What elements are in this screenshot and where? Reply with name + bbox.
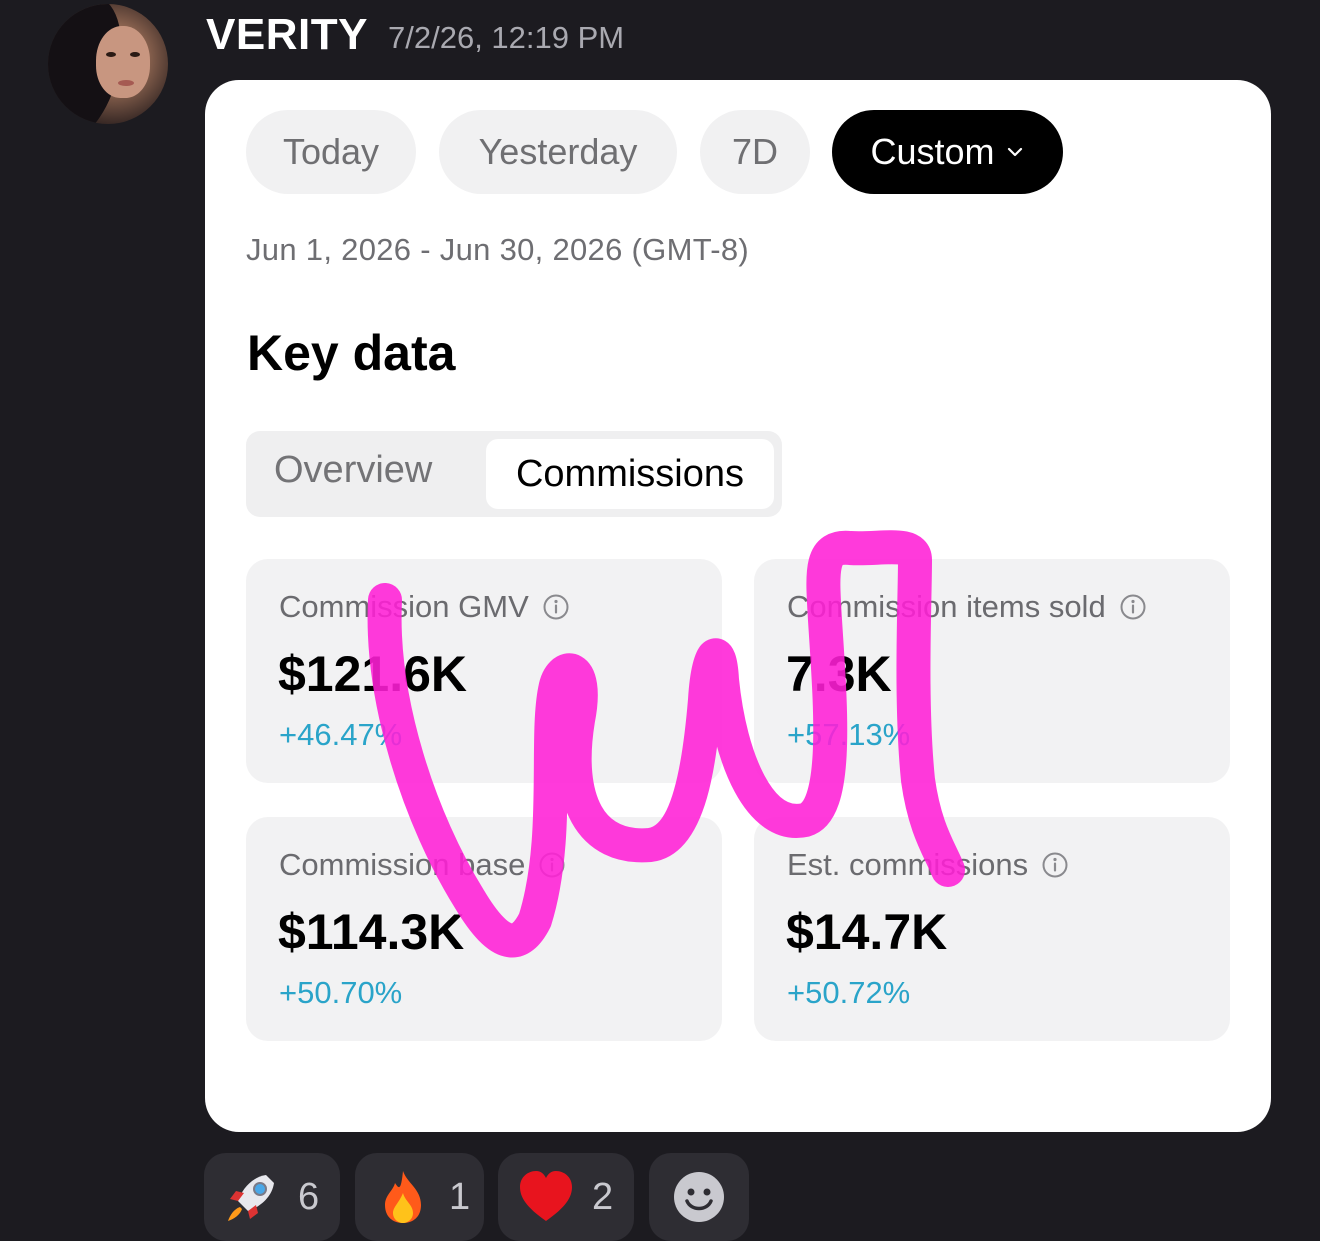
metric-card-commission-gmv[interactable]: Commission GMV $121.6K +46.47%	[246, 559, 722, 783]
info-icon[interactable]	[1120, 594, 1146, 620]
metric-label-row: Est. commissions	[787, 847, 1068, 883]
metric-card-commission-base[interactable]: Commission base $114.3K +50.70%	[246, 817, 722, 1041]
metric-label: Commission items sold	[787, 589, 1106, 624]
metric-value: $14.7K	[786, 904, 948, 960]
add-reaction-smiley-icon	[674, 1172, 724, 1222]
chip-today[interactable]: Today	[246, 110, 416, 194]
reaction-count: 6	[298, 1175, 320, 1218]
reaction-fire[interactable]: 1	[355, 1153, 484, 1241]
chat-message: VERITY 7/2/26, 12:19 PM Today Yesterday …	[0, 0, 1320, 1241]
metric-card-commission-items-sold[interactable]: Commission items sold 7.3K +57.13%	[754, 559, 1230, 783]
chip-label: Custom	[870, 131, 995, 172]
tab-commissions[interactable]: Commissions	[486, 439, 774, 509]
heart-icon	[520, 1171, 572, 1221]
metric-value: $121.6K	[278, 646, 468, 702]
avatar[interactable]	[48, 4, 168, 124]
metric-label-row: Commission GMV	[279, 589, 569, 625]
message-author[interactable]: VERITY	[206, 10, 368, 60]
rocket-icon	[228, 1175, 274, 1221]
chip-label: Yesterday	[478, 131, 638, 172]
metric-label-row: Commission items sold	[787, 589, 1146, 625]
metric-delta: +57.13%	[787, 717, 911, 752]
metric-label: Commission GMV	[279, 589, 529, 624]
metric-label: Est. commissions	[787, 847, 1029, 882]
chip-custom[interactable]: Custom	[832, 110, 1063, 194]
section-title: Key data	[247, 325, 456, 381]
reaction-heart[interactable]: 2	[498, 1153, 634, 1241]
info-icon[interactable]	[543, 594, 569, 620]
metric-delta: +46.47%	[279, 717, 403, 752]
reaction-count: 2	[592, 1175, 614, 1218]
metric-value: 7.3K	[786, 646, 892, 702]
metric-value: $114.3K	[278, 904, 465, 960]
chip-7d[interactable]: 7D	[700, 110, 810, 194]
chip-label: 7D	[731, 131, 779, 172]
metric-delta: +50.70%	[279, 975, 403, 1010]
add-reaction-button[interactable]	[649, 1153, 749, 1241]
metric-delta: +50.72%	[787, 975, 911, 1010]
message-timestamp: 7/2/26, 12:19 PM	[388, 20, 625, 55]
metric-card-est-commissions[interactable]: Est. commissions $14.7K +50.72%	[754, 817, 1230, 1041]
date-range: Jun 1, 2026 - Jun 30, 2026 (GMT-8)	[246, 232, 750, 267]
screenshot-attachment[interactable]: Today Yesterday 7D Custom Jun 1, 2026 - …	[205, 80, 1271, 1132]
segment-control: Overview Commissions	[246, 431, 782, 517]
metric-label: Commission base	[279, 847, 526, 882]
reaction-count: 1	[449, 1175, 471, 1218]
chip-label: Today	[282, 131, 380, 172]
info-icon[interactable]	[539, 852, 565, 878]
tab-label: Commissions	[515, 452, 745, 495]
reaction-rocket[interactable]: 6	[204, 1153, 340, 1241]
metric-label-row: Commission base	[279, 847, 565, 883]
fire-icon	[385, 1171, 421, 1223]
chevron-down-icon	[1007, 147, 1022, 157]
info-icon[interactable]	[1042, 852, 1068, 878]
chip-yesterday[interactable]: Yesterday	[439, 110, 677, 194]
tab-overview[interactable]: Overview	[274, 449, 432, 492]
